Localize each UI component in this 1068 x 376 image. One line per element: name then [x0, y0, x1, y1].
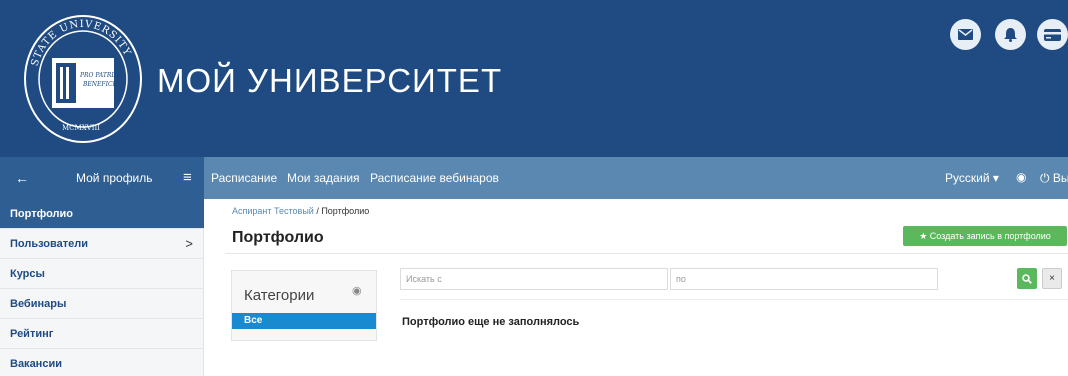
- category-all[interactable]: Все: [232, 313, 376, 329]
- arrow-left-icon[interactable]: ←: [15, 170, 29, 186]
- empty-portfolio-message: Портфолио еще не заполнялось: [402, 316, 580, 328]
- top-navbar: ← Мой профиль ≡ Расписание Мои задания Р…: [0, 157, 1068, 199]
- clear-button[interactable]: ×: [1042, 268, 1062, 289]
- sidebar-item-users[interactable]: Пользователи >: [0, 229, 204, 259]
- header-banner: STATE UNIVERSITY PRO PATRIAE BENEFICIO M…: [0, 0, 1068, 157]
- credit-card-icon[interactable]: [1037, 19, 1068, 50]
- sidebar-item-label: Вакансии: [10, 358, 62, 370]
- breadcrumb-parent-link[interactable]: Аспирант Тестовый: [232, 206, 314, 216]
- hamburger-menu-icon[interactable]: ≡: [183, 169, 192, 186]
- sidebar: Портфолио Пользователи > Курсы Вебинары Р…: [0, 199, 204, 376]
- sidebar-item-webinars[interactable]: Вебинары: [0, 289, 204, 319]
- sidebar-item-label: Рейтинг: [10, 328, 54, 340]
- nav-link-my-tasks[interactable]: Мои задания: [287, 171, 360, 185]
- seal-year: MCMXVIII: [62, 124, 100, 132]
- sidebar-item-label: Вебинары: [10, 298, 67, 310]
- eye-icon[interactable]: ◉: [1016, 170, 1026, 184]
- create-portfolio-entry-button[interactable]: ★ Создать запись в портфолио: [903, 226, 1067, 246]
- nav-link-schedule[interactable]: Расписание: [211, 171, 277, 185]
- logout-button[interactable]: ⏻ Вы: [1040, 171, 1068, 186]
- seal-motto-2: BENEFICIO: [82, 81, 120, 88]
- envelope-icon[interactable]: [950, 19, 981, 50]
- sidebar-item-label: Пользователи: [10, 238, 89, 250]
- logout-label: Вы: [1052, 171, 1068, 185]
- categories-title: Категории: [244, 287, 315, 304]
- breadcrumb-current: Портфолио: [321, 206, 370, 216]
- search-from-input[interactable]: Искать с: [400, 268, 668, 290]
- eye-icon[interactable]: ◉: [352, 284, 362, 297]
- university-seal-logo[interactable]: STATE UNIVERSITY PRO PATRIAE BENEFICIO M…: [22, 13, 145, 146]
- sidebar-item-vacancies[interactable]: Вакансии: [0, 349, 204, 376]
- search-icon: [1022, 273, 1032, 284]
- sidebar-item-courses[interactable]: Курсы: [0, 259, 204, 289]
- sidebar-item-rating[interactable]: Рейтинг: [0, 319, 204, 349]
- site-title: МОЙ УНИВЕРСИТЕТ: [157, 62, 503, 99]
- breadcrumb: Аспирант Тестовый / Портфолио: [232, 206, 369, 216]
- language-dropdown[interactable]: Русский ▾: [945, 171, 999, 185]
- chevron-right-icon: >: [185, 236, 193, 251]
- nav-link-webinar-schedule[interactable]: Расписание вебинаров: [370, 171, 499, 185]
- my-profile-link[interactable]: Мой профиль: [76, 171, 153, 185]
- seal-motto-1: PRO PATRIAE: [79, 72, 123, 79]
- categories-panel: Категории ◉ Все: [231, 270, 377, 341]
- sidebar-item-label: Курсы: [10, 268, 45, 280]
- title-divider: [225, 253, 1068, 254]
- page-title: Портфолио: [232, 229, 324, 246]
- sidebar-item-label: Портфолио: [10, 208, 73, 220]
- sidebar-item-portfolio[interactable]: Портфолио: [0, 199, 204, 229]
- bell-icon[interactable]: [995, 19, 1026, 50]
- power-icon: ⏻: [1040, 171, 1050, 185]
- profile-nav-section: ← Мой профиль ≡: [0, 157, 204, 199]
- search-button[interactable]: [1017, 268, 1037, 289]
- results-divider: [400, 299, 1068, 300]
- search-to-input[interactable]: по: [670, 268, 938, 290]
